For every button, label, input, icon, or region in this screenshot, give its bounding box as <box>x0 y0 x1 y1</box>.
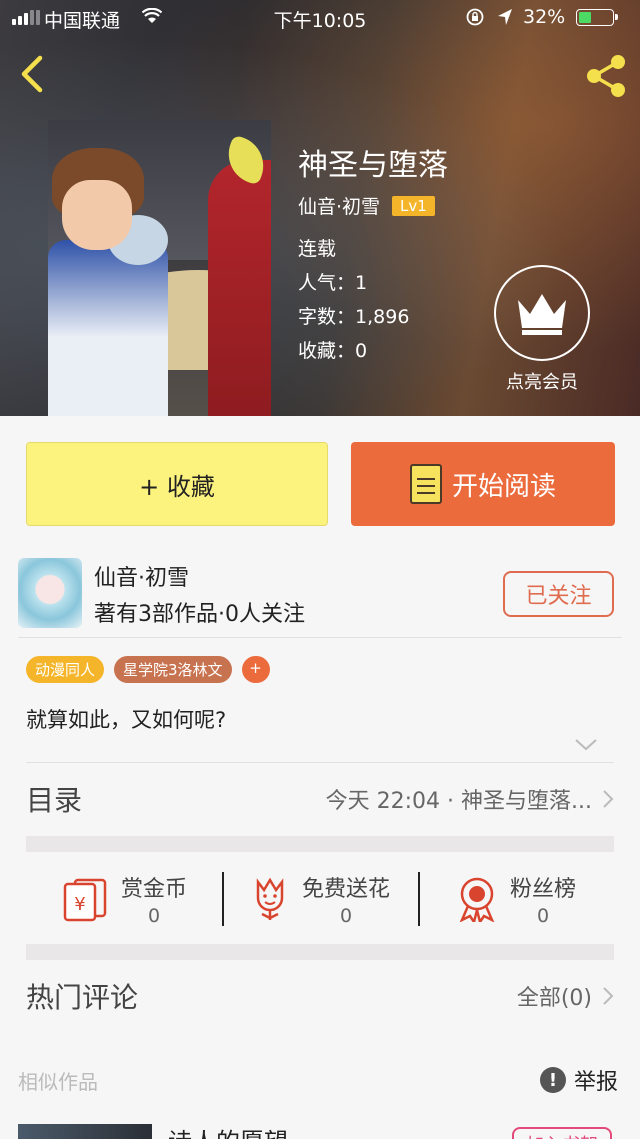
reward-coins-button[interactable]: ¥ 赏金币 0 <box>26 866 222 932</box>
tag-item[interactable]: 动漫同人 <box>26 656 105 683</box>
toc-row[interactable]: 目录 今天 22:04 · 神圣与堕落... <box>26 776 614 822</box>
book-intro: 就算如此，又如何呢? <box>26 708 227 732</box>
similar-work-title[interactable]: 诗人的愿望 <box>168 1122 288 1139</box>
serial-status: 连载 <box>298 238 337 260</box>
tag-list: 动漫同人 星学院3洛林文 + <box>26 656 270 683</box>
battery-percent: 32% <box>523 6 566 28</box>
favorite-button[interactable]: + 收藏 <box>26 442 328 526</box>
fan-ranking-count: 0 <box>536 905 550 927</box>
report-label: 举报 <box>574 1070 619 1095</box>
author-name[interactable]: 仙音·初雪 <box>94 560 189 592</box>
book-title: 神圣与堕落 <box>298 148 448 183</box>
send-flower-button[interactable]: 免费送花 0 <box>222 866 418 932</box>
book-cover-image[interactable] <box>48 120 271 416</box>
status-bar: 中国联通 下午10:05 32% <box>0 0 640 36</box>
add-to-shelf-button[interactable]: 加入书架 <box>512 1127 612 1139</box>
author-summary: 著有3部作品·0人关注 <box>94 602 305 627</box>
add-tag-button[interactable]: + <box>241 656 270 683</box>
book-author[interactable]: 仙音·初雪 <box>298 192 380 219</box>
book-icon <box>409 464 442 504</box>
word-count-stat: 字数：1,896 <box>298 306 410 328</box>
section-separator <box>26 836 614 852</box>
crown-icon <box>518 294 566 335</box>
stats-bar: ¥ 赏金币 0 免费送花 0 粉丝榜 0 <box>26 866 614 932</box>
follow-button[interactable]: 已关注 <box>503 571 614 617</box>
comments-row[interactable]: 热门评论 全部(0) <box>26 972 614 1020</box>
rotation-lock-icon <box>466 8 484 26</box>
book-header: 中国联通 下午10:05 32% 神圣与堕落 仙音·初雪 Lv1 连载 人气：1… <box>0 0 640 416</box>
favorites-stat: 收藏：0 <box>298 340 368 362</box>
chevron-right-icon <box>603 987 614 1005</box>
share-icon[interactable] <box>582 52 630 100</box>
all-comments-link: 全部(0) <box>516 986 592 1011</box>
section-separator <box>26 944 614 960</box>
fan-ranking-label: 粉丝榜 <box>509 877 576 902</box>
location-icon <box>498 9 512 25</box>
expand-chevron-icon[interactable] <box>574 738 598 752</box>
flower-icon <box>256 877 284 920</box>
toc-label: 目录 <box>26 784 83 817</box>
svg-text:¥: ¥ <box>74 894 85 915</box>
vip-crown-button[interactable] <box>494 265 590 361</box>
tag-item[interactable]: 星学院3洛林文 <box>114 656 232 683</box>
similar-work-cover[interactable] <box>18 1124 152 1139</box>
send-flower-count: 0 <box>339 905 353 927</box>
vip-label[interactable]: 点亮会员 <box>500 368 584 394</box>
send-flower-label: 免费送花 <box>301 877 390 902</box>
divider <box>18 637 622 638</box>
start-reading-label: 开始阅读 <box>451 471 556 502</box>
red-envelope-icon: ¥ <box>63 878 107 922</box>
reward-coins-count: 0 <box>147 905 161 927</box>
divider <box>26 762 614 763</box>
medal-icon <box>459 877 495 922</box>
back-chevron-icon[interactable] <box>14 52 50 96</box>
alert-icon: ! <box>540 1067 566 1093</box>
hot-comments-label: 热门评论 <box>26 981 139 1014</box>
author-avatar[interactable] <box>18 558 82 628</box>
reward-coins-label: 赏金币 <box>120 877 187 902</box>
fan-ranking-button[interactable]: 粉丝榜 0 <box>418 866 614 932</box>
similar-works-label: 相似作品 <box>18 1070 98 1094</box>
start-reading-button[interactable]: 开始阅读 <box>351 442 615 526</box>
report-button[interactable]: ! 举报 <box>540 1064 618 1096</box>
author-level-badge: Lv1 <box>392 195 435 216</box>
chevron-right-icon <box>603 790 614 808</box>
popularity-stat: 人气：1 <box>298 272 368 294</box>
battery-icon <box>576 9 618 26</box>
latest-chapter: 今天 22:04 · 神圣与堕落... <box>325 789 592 814</box>
